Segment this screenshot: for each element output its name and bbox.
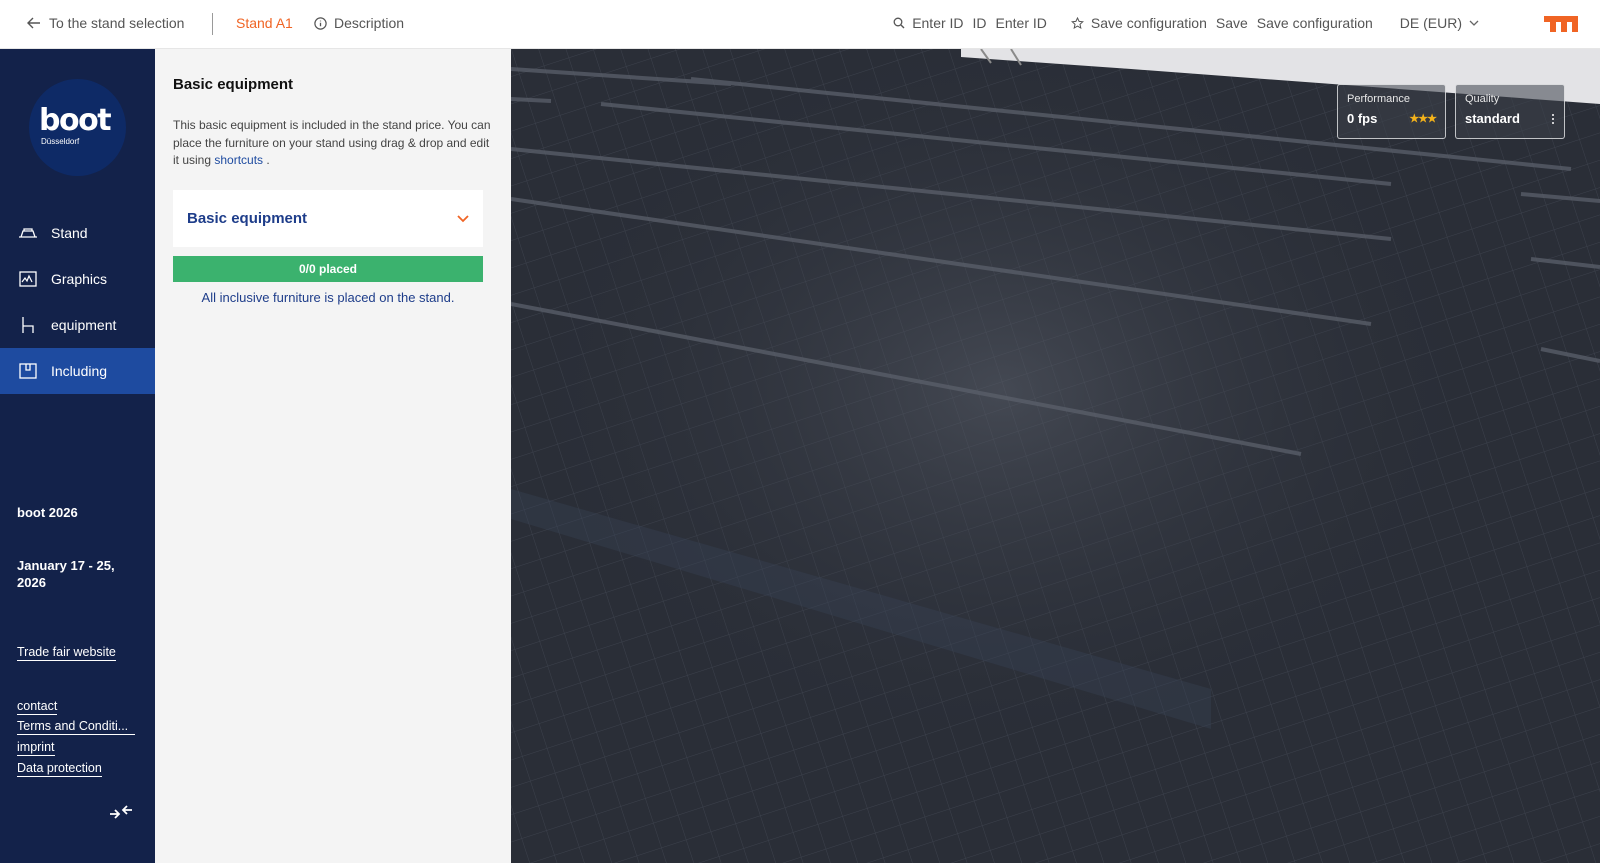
sidebar: boot Düsseldorf Stand Graphics equipment…	[0, 49, 164, 863]
id-input[interactable]: Enter ID	[996, 15, 1047, 31]
performance-indicator: Performance 0 fps ★★★	[1337, 84, 1446, 139]
stand-name: Stand A1	[236, 15, 293, 31]
back-label: To the stand selection	[49, 15, 185, 31]
quality-label: Quality	[1465, 93, 1500, 105]
3d-viewport[interactable]: Performance 0 fps ★★★ Quality standard	[511, 49, 1600, 863]
performance-stars: ★★★	[1409, 113, 1437, 125]
panel-description: This basic equipment is included in the …	[173, 117, 495, 170]
messe-logo-icon[interactable]	[1544, 14, 1578, 34]
stand-icon	[19, 228, 37, 238]
imprint-link[interactable]: imprint	[17, 740, 55, 756]
sidebar-item-graphics[interactable]: Graphics	[0, 256, 164, 302]
data-protection-link[interactable]: Data protection	[17, 761, 102, 777]
performance-label: Performance	[1347, 93, 1410, 105]
sidebar-item-label: Including	[51, 363, 108, 379]
basic-equipment-accordion[interactable]: Basic equipment	[173, 190, 483, 247]
event-name: boot 2026	[17, 505, 78, 520]
quality-value: standard	[1465, 111, 1520, 126]
quality-selector[interactable]: Quality standard	[1455, 84, 1565, 139]
status-message: All inclusive furniture is placed on the…	[201, 290, 455, 305]
sidebar-item-including[interactable]: Including	[0, 348, 164, 394]
sidebar-item-equipment[interactable]: equipment	[0, 302, 164, 348]
description-label: Description	[334, 15, 405, 31]
sidebar-item-label: Stand	[51, 225, 88, 241]
id-label: ID	[972, 15, 987, 31]
top-bar: To the stand selection Stand A1 Descript…	[0, 0, 1600, 49]
info-icon	[314, 16, 327, 30]
arrow-left-icon	[27, 17, 40, 29]
search-id-input[interactable]: Enter ID	[893, 15, 964, 31]
terms-link[interactable]: Terms and Conditi...	[17, 719, 135, 735]
divider	[212, 13, 213, 35]
collapse-icon[interactable]	[108, 801, 134, 823]
sidebar-item-label: equipment	[51, 317, 117, 333]
description-button[interactable]: Description	[314, 15, 404, 31]
hall-floor-scene	[511, 49, 1600, 863]
chevron-down-icon	[1469, 20, 1479, 26]
fps-value: 0 fps	[1347, 111, 1378, 126]
chevron-down-icon	[457, 214, 469, 222]
currency-label: DE (EUR)	[1399, 15, 1462, 31]
package-icon	[19, 363, 37, 379]
description-end: .	[263, 153, 270, 167]
sidebar-item-label: Graphics	[51, 271, 108, 287]
search-placeholder: Enter ID	[912, 15, 964, 31]
more-vertical-icon[interactable]	[1551, 113, 1555, 125]
save-button[interactable]: Save	[1216, 15, 1248, 31]
top-bar-actions: Enter ID ID Enter ID Save configuration …	[893, 15, 1488, 31]
placement-progress-bar: 0/0 placed	[173, 256, 483, 282]
search-icon	[893, 17, 905, 29]
trade-fair-website-link[interactable]: Trade fair website	[17, 645, 116, 661]
contact-link[interactable]: contact	[17, 699, 58, 715]
graphics-icon	[19, 271, 37, 287]
sidebar-nav: Stand Graphics equipment Including	[0, 210, 164, 394]
event-dates: January 17 - 25, 2026	[17, 558, 115, 590]
save-configuration-label: Save configuration	[1090, 15, 1207, 31]
chair-icon	[22, 317, 34, 333]
back-to-stand-selection-link[interactable]: To the stand selection	[27, 15, 184, 31]
sidebar-item-stand[interactable]: Stand	[0, 210, 164, 256]
star-icon	[1070, 16, 1084, 29]
panel-title: Basic equipment	[173, 76, 294, 93]
save-configuration-button-2[interactable]: Save configuration	[1257, 15, 1373, 31]
accordion-label: Basic equipment	[187, 210, 308, 227]
brand-city: Düsseldorf	[41, 137, 80, 146]
save-configuration-button[interactable]: Save configuration	[1070, 15, 1207, 31]
shortcuts-link[interactable]: shortcuts	[214, 153, 263, 167]
currency-select[interactable]: DE (EUR)	[1400, 15, 1479, 31]
brand-word: boot	[39, 103, 112, 138]
boot-logo[interactable]: boot Düsseldorf	[29, 79, 126, 176]
progress-label: 0/0 placed	[298, 262, 358, 276]
equipment-panel: Basic equipment This basic equipment is …	[155, 49, 511, 863]
